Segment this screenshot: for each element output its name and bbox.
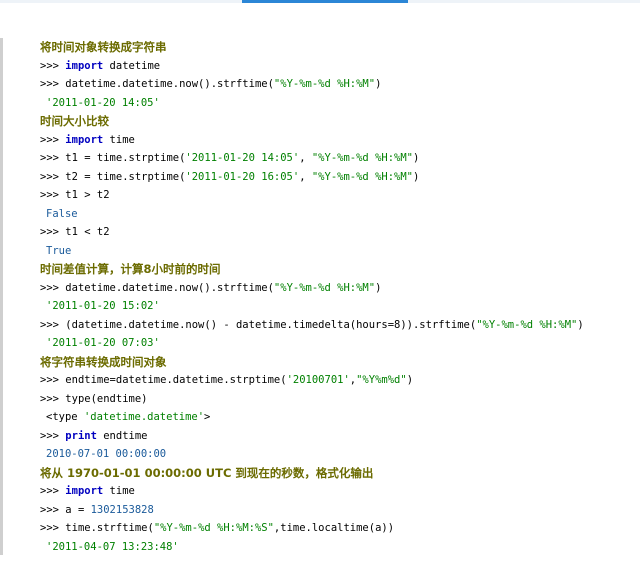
code-token: "%Y-%m-%d %H:%M" [273,281,376,294]
code-token: t1 = time.strptime( [65,152,186,164]
code-token: "%Y-%m-%d %H:%M" [311,170,414,183]
code-token: ) [375,281,382,294]
prompt-marker: >>> [40,485,66,497]
code-token: time [103,485,135,497]
code-token: <type [46,411,84,423]
code-line: >>> import time [40,482,635,501]
code-line: >>> t1 < t2 [40,223,635,242]
code-token: import [65,59,104,72]
code-token: ) [375,78,382,90]
output-line: 2010-07-01 00:00:00 [40,445,635,464]
section-heading: 将字符串转换成时间对象 [40,354,167,369]
section-heading: 时间差值计算，计算8小时前的时间 [40,262,221,276]
output-line: True [40,242,635,261]
code-token: '2011-04-07 13:23:48' [46,540,179,553]
code-token: import [65,485,104,497]
section-heading: 将时间对象转换成字符串 [40,40,167,54]
code-token: time.strftime( [65,522,154,534]
code-line: >>> import time [40,131,635,150]
prompt-marker: >>> [40,281,66,294]
output-line: '2011-04-07 13:23:48' [40,538,635,557]
output-line: <type 'datetime.datetime'> [40,408,635,427]
code-token: "%Y-%m-%d %H:%M" [273,78,376,90]
code-token: t1 > t2 [65,189,110,201]
code-line: >>> import datetime [40,57,635,76]
code-token: True [46,244,72,257]
code-line: >>> datetime.datetime.now().strftime("%Y… [40,279,635,298]
active-tab-indicator [242,0,408,3]
code-token: datetime.datetime.now().strftime( [65,281,274,294]
code-token: ) [413,152,420,164]
prompt-marker: >>> [40,170,66,183]
prompt-marker: >>> [40,226,66,238]
code-token: 'datetime.datetime' [83,411,205,423]
code-token: '2011-01-20 14:05' [46,96,160,109]
code-token: a = [65,503,91,516]
code-token: datetime.datetime.now().strftime( [65,78,274,90]
code-token: , [299,152,312,164]
code-token: "%Y-%m-%d %H:%M:%S" [153,522,274,534]
prompt-marker: >>> [40,78,66,90]
code-token: endtime [96,429,148,442]
code-token: '2011-01-20 16:05' [185,170,300,183]
code-token: time [103,133,135,146]
section-heading: 将从 1970-01-01 00:00:00 UTC 到现在的秒数，格式化输出 [40,465,374,480]
prompt-marker: >>> [40,152,66,164]
code-token: , [299,170,312,183]
code-token: endtime=datetime.datetime.strptime( [65,374,287,386]
code-token: type(endtime) [65,392,148,405]
code-token: ) [577,318,584,331]
prompt-marker: >>> [40,522,66,534]
prompt-marker: >>> [40,503,66,516]
output-line: '2011-01-20 14:05' [40,94,635,113]
section-heading: 时间大小比较 [40,114,109,128]
code-token: '2011-01-20 14:05' [185,152,300,164]
code-token: 2010-07-01 00:00:00 [46,448,167,460]
code-token: ) [406,374,414,386]
code-line: >>> endtime=datetime.datetime.strptime('… [40,371,635,390]
code-token: datetime [103,59,161,72]
code-token: ,time.localtime(a)) [273,522,395,534]
code-token: "%Y-%m-%d %H:%M" [476,318,578,331]
output-line: False [40,205,635,224]
output-line: '2011-01-20 15:02' [40,297,635,316]
prompt-marker: >>> [40,429,66,442]
prompt-marker: >>> [40,189,66,201]
code-token: '2011-01-20 15:02' [46,300,160,312]
code-token: import [65,133,104,146]
code-token: t2 = time.strptime( [65,170,186,183]
code-line: >>> time.strftime("%Y-%m-%d %H:%M:%S",ti… [40,519,635,538]
code-token: (datetime.datetime.now() - datetime.time… [65,318,477,331]
code-token: '20100701' [286,374,350,386]
code-line: >>> datetime.datetime.now().strftime("%Y… [40,75,635,94]
code-token: > [204,411,211,423]
code-token: print [65,429,97,442]
prompt-marker: >>> [40,392,66,405]
prompt-marker: >>> [40,133,66,146]
prompt-marker: >>> [40,59,66,72]
code-line: >>> t1 > t2 [40,186,635,205]
code-token: '2011-01-20 07:03' [46,337,160,349]
code-token: False [46,207,78,220]
output-line: '2011-01-20 07:03' [40,334,635,353]
code-line: >>> t2 = time.strptime('2011-01-20 16:05… [40,168,635,187]
code-line: >>> a = 1302153828 [40,501,635,520]
code-line: >>> (datetime.datetime.now() - datetime.… [40,316,635,335]
prompt-marker: >>> [40,374,66,386]
code-block: 将时间对象转换成字符串 >>> import datetime >>> dateti… [40,38,635,556]
code-line: >>> type(endtime) [40,390,635,409]
code-block-left-border [0,38,3,555]
code-token: 1302153828 [90,503,154,516]
prompt-marker: >>> [40,318,66,331]
code-line: >>> print endtime [40,427,635,446]
code-token: ) [413,170,420,183]
code-line: >>> t1 = time.strptime('2011-01-20 14:05… [40,149,635,168]
code-token: "%Y-%m-%d %H:%M" [311,152,414,164]
code-token: t1 < t2 [65,226,110,238]
code-token: "%Y%m%d" [356,374,407,386]
